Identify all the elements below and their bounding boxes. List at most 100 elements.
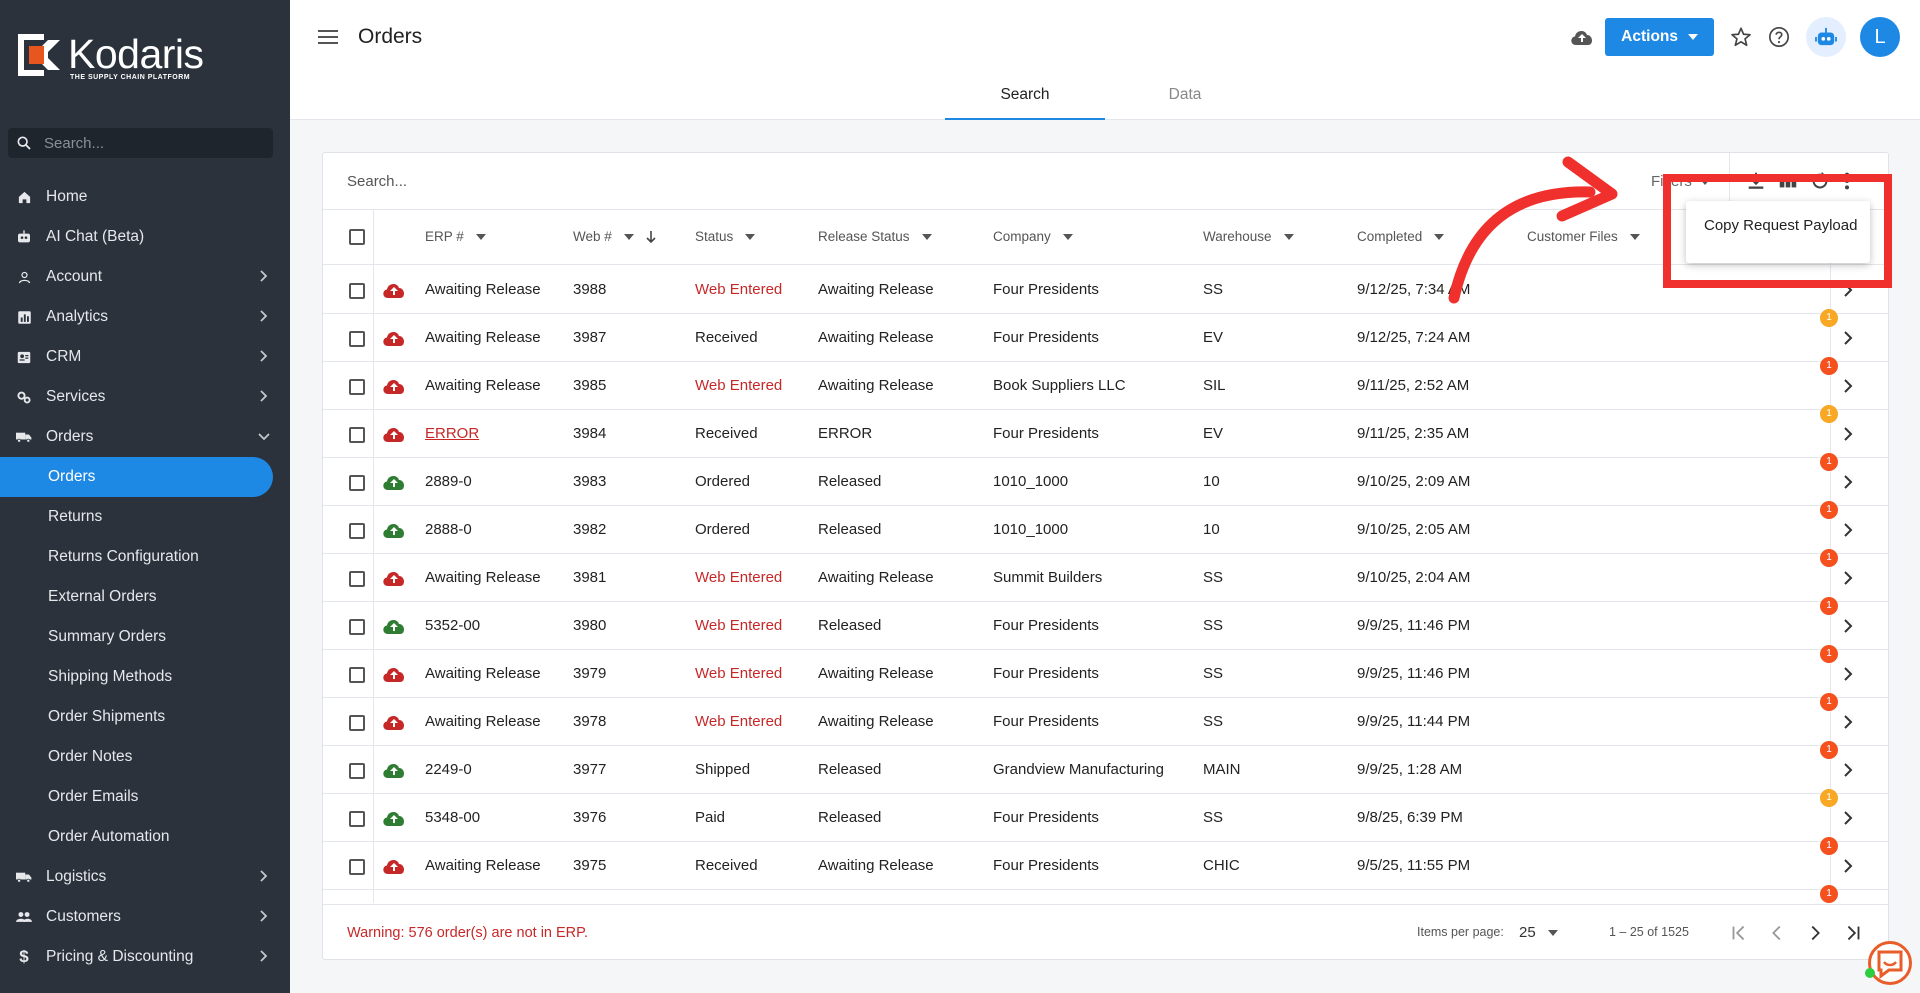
cell-release-status: Awaiting Release (818, 377, 934, 394)
kodaris-logo[interactable]: Kodaris THE SUPPLY CHAIN PLATFORM (18, 34, 204, 81)
row-checkbox[interactable] (349, 859, 365, 875)
column-header-warehouse[interactable]: Warehouse (1203, 229, 1294, 244)
column-header-web[interactable]: Web # (573, 229, 658, 244)
chevron-right-icon[interactable] (1843, 522, 1853, 538)
row-checkbox[interactable] (349, 283, 365, 299)
cell-release-status: Awaiting Release (818, 665, 934, 682)
column-header-release-status[interactable]: Release Status (818, 229, 932, 244)
cloud-upload-icon[interactable] (1569, 27, 1595, 47)
table-row[interactable]: Awaiting Release 3979 Web Entered Awaiting … (323, 645, 1888, 698)
notification-badge: 1 (1820, 645, 1838, 663)
row-checkbox[interactable] (349, 475, 365, 491)
row-checkbox[interactable] (349, 331, 365, 347)
table-row[interactable]: ERROR 3984 Received ERROR Four Presidents EV 9… (323, 405, 1888, 458)
row-checkbox[interactable] (349, 763, 365, 779)
sidebar-item-label: Orders (46, 428, 94, 445)
actions-button[interactable]: Actions (1605, 18, 1714, 56)
row-checkbox[interactable] (349, 427, 365, 443)
row-checkbox[interactable] (349, 379, 365, 395)
sidebar-item-returns-configuration[interactable]: Returns Configuration (0, 537, 290, 577)
sidebar-item-external-orders[interactable]: External Orders (0, 577, 290, 617)
support-chat-button[interactable] (1868, 941, 1912, 985)
table-row[interactable]: 2889-0 3983 Ordered Released 1010_1000 10 9/10… (323, 453, 1888, 506)
table-row[interactable]: Awaiting Release 3988 Web Entered Awaiting … (323, 266, 1888, 314)
chevron-right-icon[interactable] (1843, 378, 1853, 394)
sidebar-item-logistics[interactable]: Logistics (0, 857, 290, 897)
cell-completed: 9/10/25, 2:09 AM (1357, 473, 1471, 490)
sidebar-item-returns[interactable]: Returns (0, 497, 290, 537)
next-page-icon[interactable] (1804, 922, 1826, 944)
cell-erp[interactable]: ERROR (425, 425, 479, 442)
column-header-erp[interactable]: ERP # (425, 229, 486, 244)
table-row[interactable]: Awaiting Release 3978 Web Entered Awaiting … (323, 693, 1888, 746)
ai-assistant-button[interactable] (1806, 17, 1846, 57)
sidebar-item-services[interactable]: Services (0, 377, 290, 417)
sort-descending-icon[interactable] (644, 230, 658, 244)
sidebar-item-home[interactable]: Home (0, 177, 290, 217)
column-header-company[interactable]: Company (993, 229, 1073, 244)
table-body: Awaiting Release 3988 Web Entered Awaiting … (323, 266, 1888, 938)
chevron-right-icon[interactable] (1843, 426, 1853, 442)
table-row[interactable]: Awaiting Release 3981 Web Entered Awaiting … (323, 549, 1888, 602)
cell-release-status: Released (818, 521, 882, 538)
chevron-right-icon[interactable] (1843, 330, 1853, 346)
chevron-right-icon[interactable] (1843, 762, 1853, 778)
sidebar-item-account[interactable]: Account (0, 257, 290, 297)
row-checkbox[interactable] (349, 811, 365, 827)
chevron-right-icon[interactable] (1843, 618, 1853, 634)
table-search-input[interactable]: Search... (347, 173, 407, 190)
sidebar-search-input[interactable]: Search... (8, 128, 273, 158)
table-row[interactable]: 5348-00 3976 Paid Released Four Presidents SS… (323, 789, 1888, 842)
first-page-icon[interactable] (1728, 922, 1750, 944)
cell-completed: 9/10/25, 2:04 AM (1357, 569, 1471, 586)
sidebar-item-orders-orders[interactable]: Orders (0, 457, 273, 497)
chevron-right-icon[interactable] (1843, 666, 1853, 682)
table-row[interactable]: 5352-00 3980 Web Entered Released Four Presi… (323, 597, 1888, 650)
table-row[interactable]: 2249-0 3977 Shipped Released Grandview Manuf… (323, 741, 1888, 794)
table-row[interactable]: Awaiting Release 3985 Web Entered Awaiting … (323, 357, 1888, 410)
caret-down-icon (1062, 233, 1073, 240)
cell-status: Web Entered (695, 377, 783, 394)
select-all-checkbox[interactable] (349, 229, 365, 245)
tab-search[interactable]: Search (945, 76, 1105, 120)
chevron-right-icon[interactable] (1843, 714, 1853, 730)
sidebar-item-shipping-methods[interactable]: Shipping Methods (0, 657, 290, 697)
sidebar-item-analytics[interactable]: Analytics (0, 297, 290, 337)
chevron-right-icon[interactable] (1843, 474, 1853, 490)
chevron-right-icon[interactable] (1843, 858, 1853, 874)
items-per-page-select[interactable]: 25 (1519, 924, 1558, 941)
tab-data[interactable]: Data (1105, 76, 1265, 120)
sidebar-item-orders[interactable]: Orders (0, 417, 290, 457)
hamburger-menu-icon[interactable] (318, 28, 340, 46)
column-header-status[interactable]: Status (695, 229, 756, 244)
cell-release-status: Awaiting Release (818, 569, 934, 586)
cell-company: 1010_1000 (993, 473, 1069, 490)
row-checkbox[interactable] (349, 667, 365, 683)
sidebar-item-order-shipments[interactable]: Order Shipments (0, 697, 290, 737)
cell-completed: 9/9/25, 11:44 PM (1357, 713, 1471, 730)
table-row[interactable]: 2888-0 3982 Ordered Released 1010_1000 10 9/10… (323, 501, 1888, 554)
sidebar-item-pricing[interactable]: $ Pricing & Discounting (0, 937, 290, 977)
sidebar-item-crm[interactable]: CRM (0, 337, 290, 377)
chevron-right-icon[interactable] (1843, 810, 1853, 826)
help-icon[interactable] (1768, 26, 1790, 48)
sidebar-item-order-emails[interactable]: Order Emails (0, 777, 290, 817)
sidebar-item-ai-chat[interactable]: AI Chat (Beta) (0, 217, 290, 257)
row-checkbox[interactable] (349, 523, 365, 539)
row-checkbox[interactable] (349, 715, 365, 731)
row-checkbox[interactable] (349, 619, 365, 635)
table-row[interactable]: Awaiting Release 3975 Received Awaiting Rel… (323, 837, 1888, 890)
table-row[interactable]: Awaiting Release 3987 Received Awaiting Rel… (323, 309, 1888, 362)
page-tabs: Search Data (945, 76, 1265, 120)
last-page-icon[interactable] (1842, 922, 1864, 944)
sidebar-item-summary-orders[interactable]: Summary Orders (0, 617, 290, 657)
user-avatar[interactable]: L (1860, 17, 1900, 57)
sidebar-item-order-notes[interactable]: Order Notes (0, 737, 290, 777)
sidebar-item-order-automation[interactable]: Order Automation (0, 817, 290, 857)
cell-release-status: Awaiting Release (818, 329, 934, 346)
star-icon[interactable] (1730, 26, 1752, 48)
row-checkbox[interactable] (349, 571, 365, 587)
sidebar-item-customers[interactable]: Customers (0, 897, 290, 937)
previous-page-icon[interactable] (1766, 922, 1788, 944)
chevron-right-icon[interactable] (1843, 570, 1853, 586)
